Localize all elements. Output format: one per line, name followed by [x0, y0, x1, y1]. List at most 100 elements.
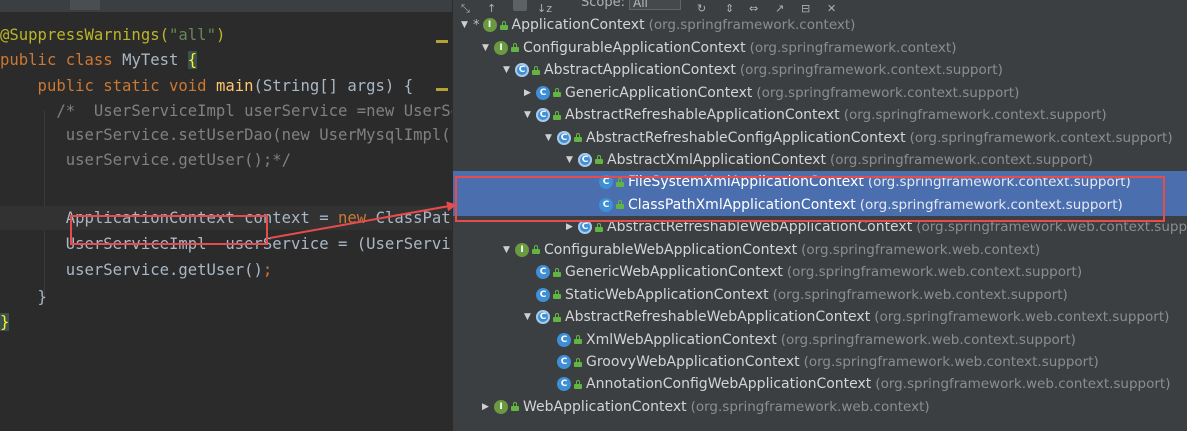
code-line[interactable]: /* UserServiceImpl userService =new User…	[0, 99, 452, 123]
expand-arrow-icon[interactable]: ▶	[522, 88, 533, 98]
tree-node[interactable]: ▼ I ConfigurableApplicationContext (org.spr…	[453, 36, 1187, 59]
package-name: (org.springframework.context.support)	[829, 151, 1093, 168]
subtypes-icon[interactable]: ⤡	[461, 0, 475, 15]
type-name: StaticWebApplicationContext	[565, 286, 769, 303]
package-name: (org.springframework.context)	[648, 17, 856, 34]
base-type-star-icon: *	[473, 17, 480, 33]
class-icon: C	[599, 197, 613, 212]
class-icon: C	[557, 377, 571, 392]
supertypes-icon[interactable]: ↑	[487, 0, 501, 15]
package-name: (org.springframework.context.support)	[843, 107, 1107, 124]
type-name: ConfigurableApplicationContext	[523, 39, 746, 56]
abstract-icon: C	[578, 152, 592, 167]
code-token: }	[0, 313, 10, 331]
error-stripe-mark[interactable]	[436, 40, 448, 43]
collapse-arrow-icon[interactable]: ▼	[522, 110, 533, 120]
abstract-icon: C	[515, 63, 529, 78]
code-line[interactable]: userService.setUserDao(new UserMysqlImpl…	[0, 123, 452, 147]
package-name: (org.springframework.web.context)	[690, 398, 930, 415]
package-name: (org.springframework.context)	[749, 39, 957, 56]
error-stripe-mark[interactable]	[436, 88, 448, 91]
code-token: }	[0, 288, 47, 306]
tree-node[interactable]: ▼ I ConfigurableWebApplicationContext (org.…	[453, 239, 1187, 262]
collapse-arrow-icon[interactable]: ▼	[459, 20, 470, 30]
scope-label: Scope:	[581, 0, 625, 10]
scope-select[interactable]: All	[629, 0, 681, 10]
collapse-arrow-icon[interactable]: ▼	[564, 155, 575, 165]
tree-node[interactable]: C ClassPathXmlApplicationContext (org.spri…	[453, 193, 1187, 217]
package-name: (org.springframework.web.context)	[801, 241, 1041, 258]
class-icon: C	[599, 175, 613, 190]
public-visibility-icon	[574, 133, 582, 142]
code-line[interactable]: }	[0, 285, 47, 309]
public-visibility-icon	[574, 357, 582, 367]
collapse-arrow-icon[interactable]: ▼	[543, 133, 554, 143]
tree-node[interactable]: ▶ I WebApplicationContext (org.springframew…	[453, 396, 1187, 419]
class-icon: C	[536, 287, 550, 302]
package-name: (org.springframework.context.support)	[739, 62, 1003, 79]
tree-node[interactable]: C StaticWebApplicationContext (org.springf…	[453, 283, 1187, 306]
code-token: (String[] args) {	[253, 77, 414, 95]
tree-node[interactable]: ▼ C AbstractRefreshableWebApplicationConte…	[453, 306, 1187, 329]
collapse-arrow-icon[interactable]: ▼	[501, 65, 512, 75]
pin-icon[interactable]: ↗	[775, 0, 789, 15]
collapse-arrow-icon[interactable]: ▼	[522, 312, 533, 322]
sort-alpha-icon[interactable]: ↓z	[537, 0, 552, 15]
expand-all-icon[interactable]: ⇕	[725, 0, 739, 15]
code-token: ;	[262, 261, 273, 279]
type-name: ApplicationContext	[511, 17, 645, 34]
package-name: (org.springframework.web.context.support…	[916, 219, 1187, 236]
hierarchy-toolbar: ⤡ ↑ ↓z Scope: All ↻ ⇕ ⇔ ↗ ⊟ ✕	[453, 0, 1187, 15]
type-name: AbstractRefreshableConfigApplicationCont…	[586, 129, 906, 146]
tree-node[interactable]: C FileSystemXmlApplicationContext (org.spr…	[453, 171, 1187, 194]
package-name: (org.springframework.web.context.support…	[874, 309, 1170, 326]
class-icon: C	[557, 332, 571, 347]
refresh-icon[interactable]: ↻	[697, 0, 711, 15]
public-visibility-icon	[511, 402, 519, 412]
public-visibility-icon	[532, 245, 540, 255]
tree-node[interactable]: ▶ C AbstractRefreshableWebApplicationConte…	[453, 216, 1187, 239]
package-name: (org.springframework.web.context.support…	[780, 331, 1076, 348]
public-visibility-icon	[553, 110, 561, 120]
type-name: AbstractApplicationContext	[544, 62, 736, 79]
code-line[interactable]: userService.getUser();*/	[0, 148, 291, 172]
collapse-arrow-icon[interactable]: ▼	[480, 43, 491, 53]
expand-arrow-icon[interactable]: ▶	[564, 222, 575, 232]
code-line[interactable]: userService.getUser();	[0, 258, 273, 282]
tree-node[interactable]: C GroovyWebApplicationContext (org.springf…	[453, 351, 1187, 374]
tree-node[interactable]: C XmlWebApplicationContext (org.springfram…	[453, 328, 1187, 351]
tree-node[interactable]: ▼ C AbstractXmlApplicationContext (org.spri…	[453, 149, 1187, 172]
code-token: )	[215, 26, 226, 44]
tree-node[interactable]: C AnnotationConfigWebApplicationContext (o…	[453, 373, 1187, 396]
code-token: new	[338, 209, 376, 227]
package-name: (org.springframework.web.context.support…	[786, 264, 1083, 281]
code-line[interactable]: public class MyTest {	[0, 48, 198, 72]
tree-node[interactable]: ▼ C AbstractRefreshableApplicationContext(…	[453, 104, 1187, 127]
public-visibility-icon	[532, 65, 540, 75]
tree-node[interactable]: ▼ * I ApplicationContext (org.springframewor…	[453, 14, 1187, 37]
code-editor[interactable]: @SuppressWarnings("all") public class MyT…	[0, 0, 452, 431]
close-icon[interactable]: ✕	[827, 0, 841, 15]
type-name: ClassPathXmlApplicationContext	[628, 196, 856, 213]
tree-node[interactable]: ▼ C AbstractApplicationContext (org.springf…	[453, 59, 1187, 82]
public-visibility-icon	[574, 335, 582, 345]
code-line[interactable]: public static void main(String[] args) {	[0, 74, 414, 98]
tree-node[interactable]: C GenericWebApplicationContext (org.spring…	[453, 261, 1187, 284]
public-visibility-icon	[616, 177, 624, 187]
editor-tab[interactable]	[70, 0, 100, 10]
tree-node[interactable]: ▶ C GenericApplicationContext (org.springfr…	[453, 81, 1187, 104]
export-icon[interactable]: ⊟	[801, 0, 815, 15]
code-token: userService.getUser();*/	[0, 151, 292, 169]
collapse-arrow-icon[interactable]: ▼	[501, 245, 512, 255]
class-hierarchy-icon[interactable]	[513, 0, 527, 11]
tree-node[interactable]: ▼ C AbstractRefreshableConfigApplicationCo…	[453, 126, 1187, 149]
public-visibility-icon	[595, 222, 603, 232]
code-line[interactable]: }	[0, 310, 10, 334]
type-hierarchy-panel[interactable]: ⤡ ↑ ↓z Scope: All ↻ ⇕ ⇔ ↗ ⊟ ✕ ▼ * I Applica…	[452, 0, 1187, 431]
abstract-icon: C	[578, 220, 592, 235]
expand-arrow-icon[interactable]: ▶	[480, 402, 491, 412]
abstract-icon: C	[536, 108, 550, 123]
abstract-icon: C	[536, 310, 550, 325]
collapse-all-icon[interactable]: ⇔	[749, 0, 763, 15]
code-line[interactable]: @SuppressWarnings("all")	[0, 23, 225, 47]
